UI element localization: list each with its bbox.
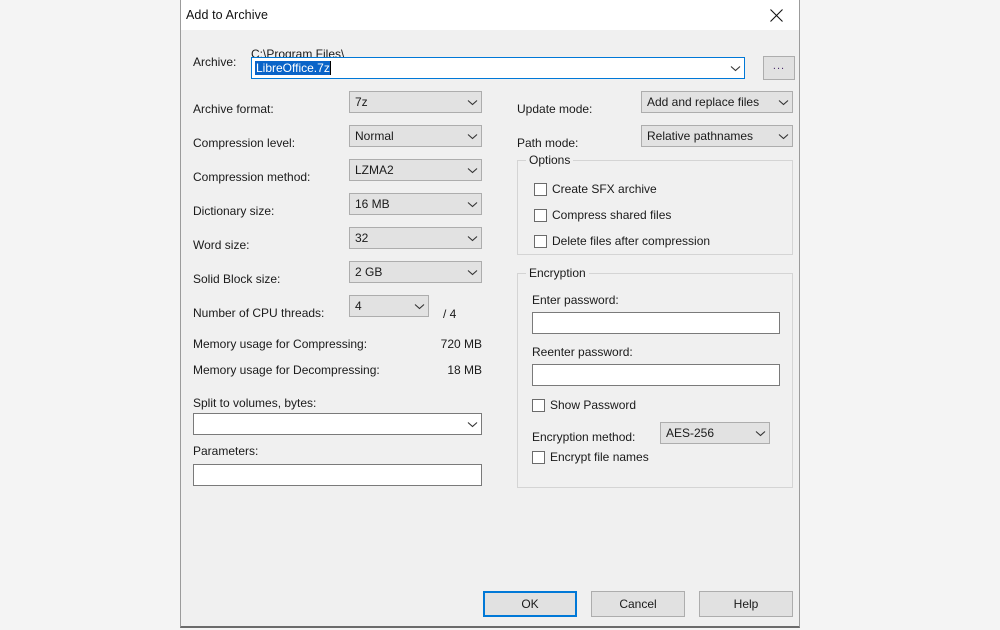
split-volumes-label: Split to volumes, bytes: <box>193 396 316 410</box>
checkbox-label: Show Password <box>550 398 636 412</box>
checkbox-label: Encrypt file names <box>550 450 649 464</box>
help-button-label: Help <box>734 597 759 611</box>
chevron-down-icon[interactable] <box>463 201 481 208</box>
browse-button-label: ... <box>773 63 785 74</box>
reenter-password-input[interactable] <box>532 364 780 386</box>
chevron-down-icon[interactable] <box>410 303 428 310</box>
compression-method-combo[interactable]: LZMA2 <box>349 159 482 181</box>
desktop-background: Add to Archive Archive: C:\Program Files… <box>0 0 1000 630</box>
text-caret <box>330 61 331 75</box>
compression-level-combo[interactable]: Normal <box>349 125 482 147</box>
checkbox-compress-shared-files[interactable]: Compress shared files <box>534 208 671 222</box>
chevron-down-icon[interactable] <box>726 65 744 72</box>
archive-format-label: Archive format: <box>193 102 274 116</box>
cpu-threads-max: / 4 <box>443 307 456 321</box>
word-size-value: 32 <box>350 231 463 245</box>
checkbox-label: Create SFX archive <box>552 182 657 196</box>
cpu-threads-value: 4 <box>350 299 410 313</box>
chevron-down-icon[interactable] <box>463 421 481 428</box>
memory-compressing-value: 720 MB <box>361 337 482 351</box>
archive-name-input[interactable]: LibreOffice.7z <box>251 57 745 79</box>
parameters-input[interactable] <box>193 464 482 486</box>
checkbox-box <box>534 209 547 222</box>
update-mode-value: Add and replace files <box>642 95 774 109</box>
checkbox-show-password[interactable]: Show Password <box>532 398 636 412</box>
encryption-group: Encryption Enter password: Reenter passw… <box>517 273 793 488</box>
archive-format-combo[interactable]: 7z <box>349 91 482 113</box>
memory-decompressing-value: 18 MB <box>361 363 482 377</box>
solid-block-size-label: Solid Block size: <box>193 272 280 286</box>
checkbox-encrypt-file-names[interactable]: Encrypt file names <box>532 450 649 464</box>
compression-level-label: Compression level: <box>193 136 295 150</box>
update-mode-label: Update mode: <box>517 102 592 116</box>
word-size-combo[interactable]: 32 <box>349 227 482 249</box>
compression-method-label: Compression method: <box>193 170 310 184</box>
chevron-down-icon[interactable] <box>774 133 792 140</box>
chevron-down-icon[interactable] <box>463 235 481 242</box>
archive-format-value: 7z <box>350 95 463 109</box>
options-group: Options Create SFX archive Compress shar… <box>517 160 793 255</box>
enter-password-label: Enter password: <box>532 293 619 307</box>
archive-name-selected-text: LibreOffice.7z <box>255 61 330 75</box>
checkbox-label: Compress shared files <box>552 208 671 222</box>
path-mode-value: Relative pathnames <box>642 129 774 143</box>
encryption-group-title: Encryption <box>526 266 589 280</box>
checkbox-delete-files-after-compression[interactable]: Delete files after compression <box>534 234 710 248</box>
chevron-down-icon[interactable] <box>774 99 792 106</box>
cancel-button[interactable]: Cancel <box>591 591 685 617</box>
encryption-method-combo[interactable]: AES-256 <box>660 422 770 444</box>
dictionary-size-value: 16 MB <box>350 197 463 211</box>
encryption-method-value: AES-256 <box>661 426 751 440</box>
close-icon[interactable] <box>753 0 799 30</box>
path-mode-combo[interactable]: Relative pathnames <box>641 125 793 147</box>
dictionary-size-combo[interactable]: 16 MB <box>349 193 482 215</box>
checkbox-box <box>534 235 547 248</box>
archive-label: Archive: <box>193 55 236 69</box>
compression-level-value: Normal <box>350 129 463 143</box>
update-mode-combo[interactable]: Add and replace files <box>641 91 793 113</box>
solid-block-size-combo[interactable]: 2 GB <box>349 261 482 283</box>
cpu-threads-label: Number of CPU threads: <box>193 306 324 320</box>
checkbox-box <box>534 183 547 196</box>
chevron-down-icon[interactable] <box>463 133 481 140</box>
parameters-label: Parameters: <box>193 444 258 458</box>
chevron-down-icon[interactable] <box>463 167 481 174</box>
dialog-title: Add to Archive <box>181 8 268 22</box>
ok-button-label: OK <box>521 597 538 611</box>
help-button[interactable]: Help <box>699 591 793 617</box>
solid-block-size-value: 2 GB <box>350 265 463 279</box>
split-volumes-input[interactable] <box>193 413 482 435</box>
reenter-password-label: Reenter password: <box>532 345 633 359</box>
browse-button[interactable]: ... <box>763 56 795 80</box>
cpu-threads-combo[interactable]: 4 <box>349 295 429 317</box>
chevron-down-icon[interactable] <box>463 99 481 106</box>
ok-button[interactable]: OK <box>483 591 577 617</box>
memory-decompressing-label: Memory usage for Decompressing: <box>193 363 380 377</box>
cancel-button-label: Cancel <box>619 597 656 611</box>
dictionary-size-label: Dictionary size: <box>193 204 274 218</box>
path-mode-label: Path mode: <box>517 136 578 150</box>
checkbox-create-sfx-archive[interactable]: Create SFX archive <box>534 182 657 196</box>
memory-compressing-label: Memory usage for Compressing: <box>193 337 367 351</box>
dialog-client-area: Archive: C:\Program Files\ LibreOffice.7… <box>181 30 799 626</box>
options-group-title: Options <box>526 153 573 167</box>
chevron-down-icon[interactable] <box>751 430 769 437</box>
compression-method-value: LZMA2 <box>350 163 463 177</box>
archive-name-value: LibreOffice.7z <box>252 61 726 75</box>
checkbox-box <box>532 451 545 464</box>
chevron-down-icon[interactable] <box>463 269 481 276</box>
enter-password-input[interactable] <box>532 312 780 334</box>
dialog-titlebar[interactable]: Add to Archive <box>181 0 799 30</box>
checkbox-label: Delete files after compression <box>552 234 710 248</box>
word-size-label: Word size: <box>193 238 249 252</box>
encryption-method-label: Encryption method: <box>532 430 635 444</box>
add-to-archive-dialog: Add to Archive Archive: C:\Program Files… <box>180 0 800 628</box>
checkbox-box <box>532 399 545 412</box>
